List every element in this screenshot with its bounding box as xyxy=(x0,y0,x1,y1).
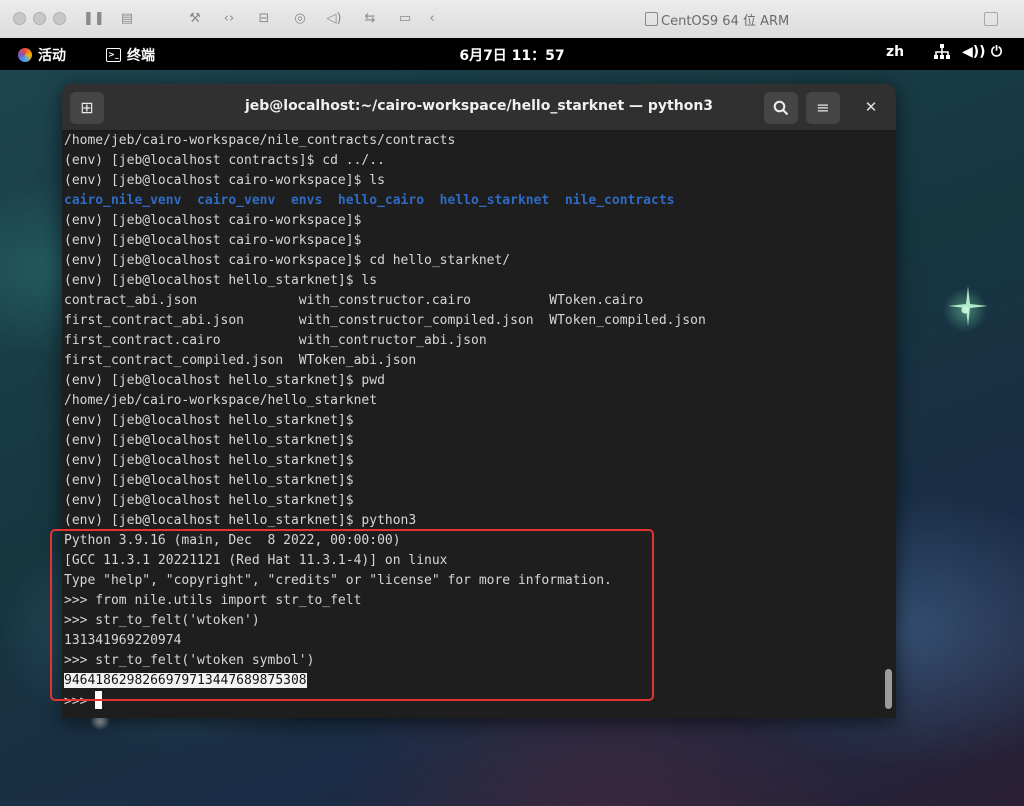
scrollbar-thumb[interactable] xyxy=(885,669,892,709)
search-icon[interactable] xyxy=(764,92,798,124)
gnome-top-panel: 活动 >_ 终端 6月7日 11：57 zh ◀)) ⏻ xyxy=(0,38,1024,70)
terminal-line: (env) [jeb@localhost cairo-workspace]$ l… xyxy=(64,173,385,188)
terminal-line: /home/jeb/cairo-workspace/nile_contracts… xyxy=(64,133,456,148)
window-minimize-button[interactable] xyxy=(33,12,46,25)
fullscreen-icon[interactable] xyxy=(984,12,998,26)
terminal-line: (env) [jeb@localhost hello_starknet]$ xyxy=(64,413,354,428)
terminal-line: (env) [jeb@localhost hello_starknet]$ py… xyxy=(64,513,417,528)
usb-icon[interactable]: ⇆ xyxy=(360,9,380,29)
network-icon[interactable] xyxy=(933,44,951,64)
vm-window-titlebar: ❚❚ ▤ ⚒ ‹› ⊟ ◎ ◁) ⇆ ▭ ‹ CentOS9 64 位 ARM xyxy=(0,0,1024,39)
close-icon[interactable]: ✕ xyxy=(860,96,882,118)
terminal-line: (env) [jeb@localhost hello_starknet]$ xyxy=(64,473,354,488)
terminal-line: first_contract.cairo with_contructor_abi… xyxy=(64,333,487,348)
scrollbar[interactable] xyxy=(882,131,894,714)
terminal-line: (env) [jeb@localhost hello_starknet]$ ls xyxy=(64,273,378,288)
terminal-line: (env) [jeb@localhost cairo-workspace]$ xyxy=(64,233,362,248)
terminal-line: (env) [jeb@localhost hello_starknet]$ xyxy=(64,433,354,448)
code-icon[interactable]: ‹› xyxy=(219,9,239,29)
terminal-line: (env) [jeb@localhost hello_starknet]$ pw… xyxy=(64,373,385,388)
power-icon[interactable]: ⏻ xyxy=(991,44,1002,60)
back-chevron-icon[interactable]: ‹ xyxy=(422,9,442,29)
volume-icon[interactable]: ◁) xyxy=(324,9,344,29)
terminal-line: first_contract_abi.json with_constructor… xyxy=(64,313,706,328)
terminal-line: cairo_nile_venv cairo_venv envs hello_ca… xyxy=(64,193,675,208)
volume-icon[interactable]: ◀)) xyxy=(962,44,986,60)
wallpaper-star xyxy=(948,286,988,326)
window-close-button[interactable] xyxy=(13,12,26,25)
disk-icon[interactable]: ⊟ xyxy=(254,9,274,29)
window-zoom-button[interactable] xyxy=(53,12,66,25)
pause-icon[interactable]: ❚❚ xyxy=(83,9,105,29)
annotation-highlight-box xyxy=(50,529,654,701)
terminal-line: (env) [jeb@localhost cairo-workspace]$ c… xyxy=(64,253,511,268)
terminal-line: (env) [jeb@localhost cairo-workspace]$ xyxy=(64,213,362,228)
terminal-line: (env) [jeb@localhost contracts]$ cd ../.… xyxy=(64,153,385,168)
terminal-line: first_contract_compiled.json WToken_abi.… xyxy=(64,353,417,368)
folder-share-icon[interactable]: ▭ xyxy=(395,9,415,29)
terminal-line: (env) [jeb@localhost hello_starknet]$ xyxy=(64,453,354,468)
terminal-line: contract_abi.json with_constructor.cairo… xyxy=(64,293,644,308)
input-method-indicator[interactable]: zh xyxy=(886,44,904,60)
vm-window-title: CentOS9 64 位 ARM xyxy=(645,10,789,29)
hamburger-menu-icon[interactable]: ≡ xyxy=(806,92,840,124)
clock[interactable]: 6月7日 11：57 xyxy=(0,45,1024,65)
terminal-line: (env) [jeb@localhost hello_starknet]$ xyxy=(64,493,354,508)
settings-wrench-icon[interactable]: ⚒ xyxy=(185,9,205,29)
camera-icon[interactable]: ◎ xyxy=(290,9,310,29)
snapshot-icon[interactable]: ▤ xyxy=(117,9,137,29)
vm-document-icon xyxy=(645,12,658,26)
terminal-headerbar: ⊞ jeb@localhost:~/cairo-workspace/hello_… xyxy=(62,84,896,131)
terminal-line: /home/jeb/cairo-workspace/hello_starknet xyxy=(64,393,378,408)
